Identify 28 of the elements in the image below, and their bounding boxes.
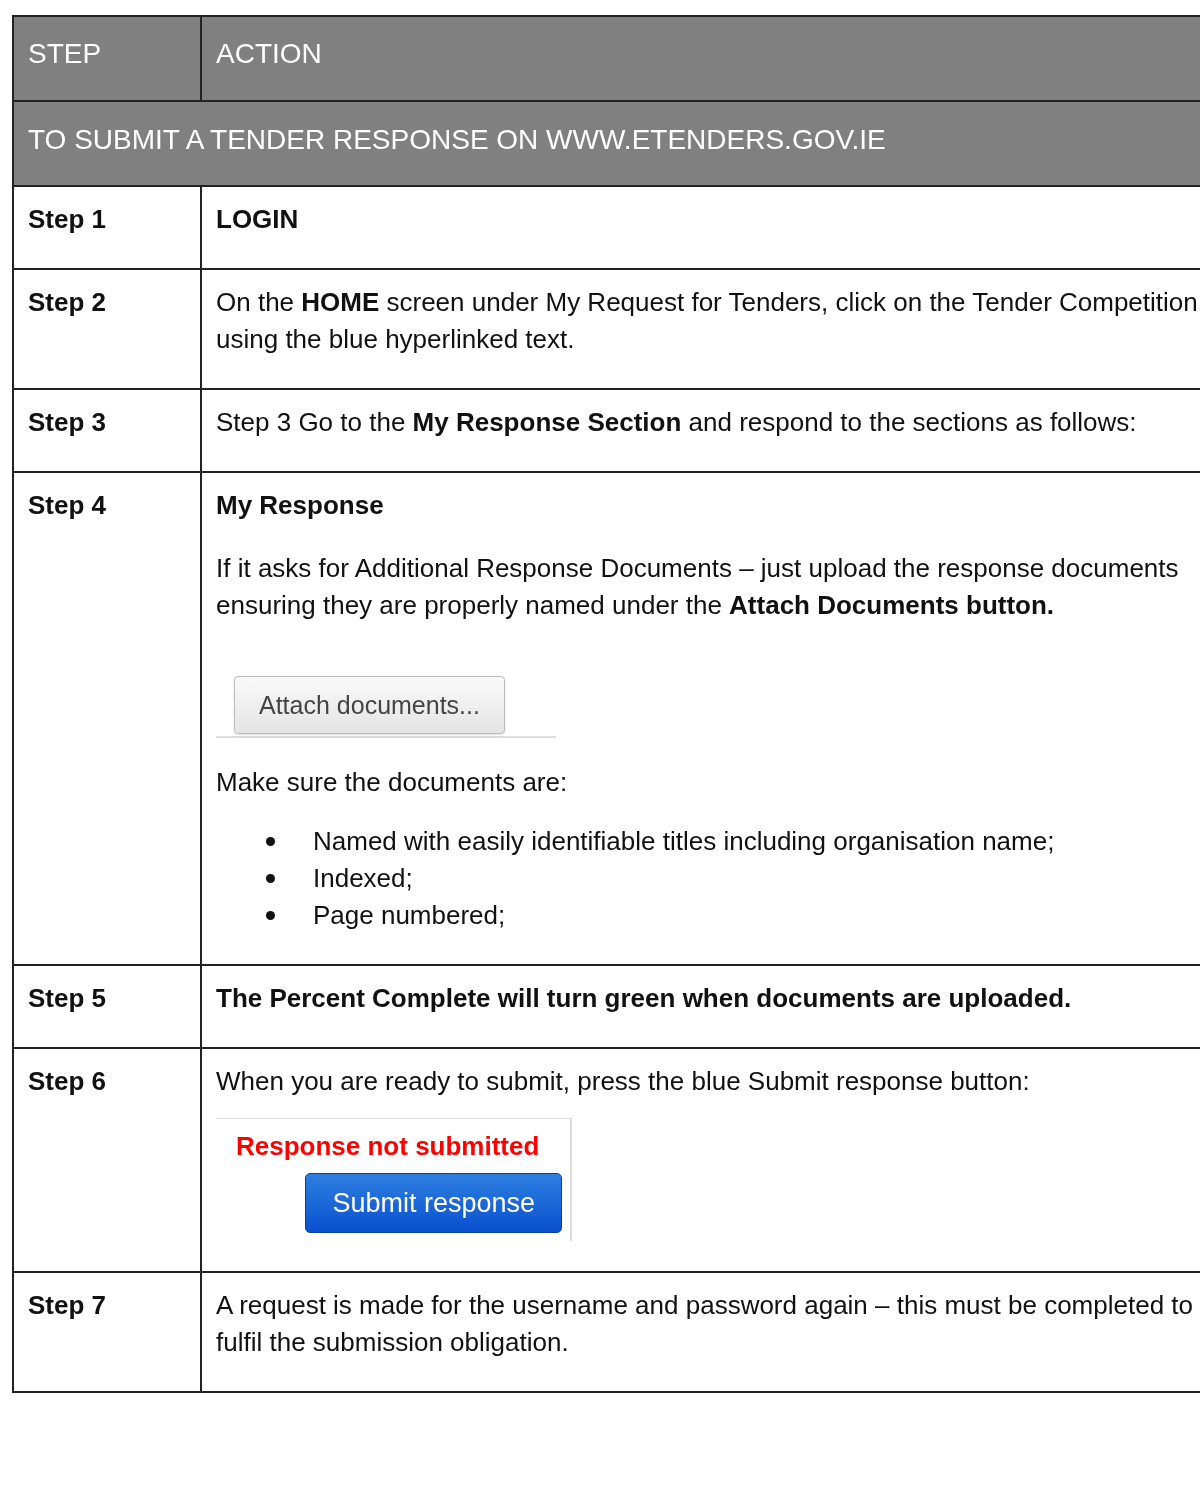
step-label: Step 5	[28, 983, 107, 1013]
status-text: Response not submitted	[236, 1130, 541, 1163]
step-label: Step 7	[28, 1290, 107, 1320]
step-label: Step 4	[28, 490, 107, 520]
bullet-icon	[266, 837, 275, 846]
step-text: When you are ready to submit, press the blue Submit response button:	[216, 1065, 1031, 1098]
step-heading: My Response	[216, 489, 385, 522]
bullet-text: Named with easily identifiable titles including organisation name;	[313, 825, 1055, 858]
step-label: Step 6	[28, 1066, 107, 1096]
step-label: Step 3	[28, 407, 107, 437]
column-header: ACTION	[216, 38, 322, 69]
submit-response-button[interactable]: Submit response	[305, 1173, 562, 1233]
step-heading: LOGIN	[216, 203, 300, 236]
step-text: Make sure the documents are:	[216, 766, 569, 799]
step-text: A request is made for the username and password again – this must be completed to fulfil the submission obligation.	[216, 1289, 1194, 1359]
bullet-icon	[266, 874, 275, 883]
step-label: Step 1	[28, 204, 107, 234]
step-text: On the HOME screen under My Request for Tenders, click on the Tender Competition using the blue hyperlinked text.	[216, 286, 1199, 356]
column-header: STEP	[28, 38, 102, 69]
bullet-icon	[266, 911, 275, 920]
attach-documents-button[interactable]: Attach documents...	[234, 676, 505, 734]
bullet-text: Page numbered;	[313, 899, 506, 932]
step-text: Step 3 Go to the My Response Section and respond to the sections as follows:	[216, 406, 1138, 439]
section-title: TO SUBMIT A TENDER RESPONSE ON WWW.ETENDERS.GOV.IE	[28, 124, 886, 155]
bullet-text: Indexed;	[313, 862, 413, 895]
step-text: If it asks for Additional Response Documents – just upload the response documents ensuring they are properly named under the Attach Documents button.	[216, 552, 1180, 622]
step-label: Step 2	[28, 287, 107, 317]
step-heading: The Percent Complete will turn green when documents are uploaded.	[216, 982, 1073, 1015]
